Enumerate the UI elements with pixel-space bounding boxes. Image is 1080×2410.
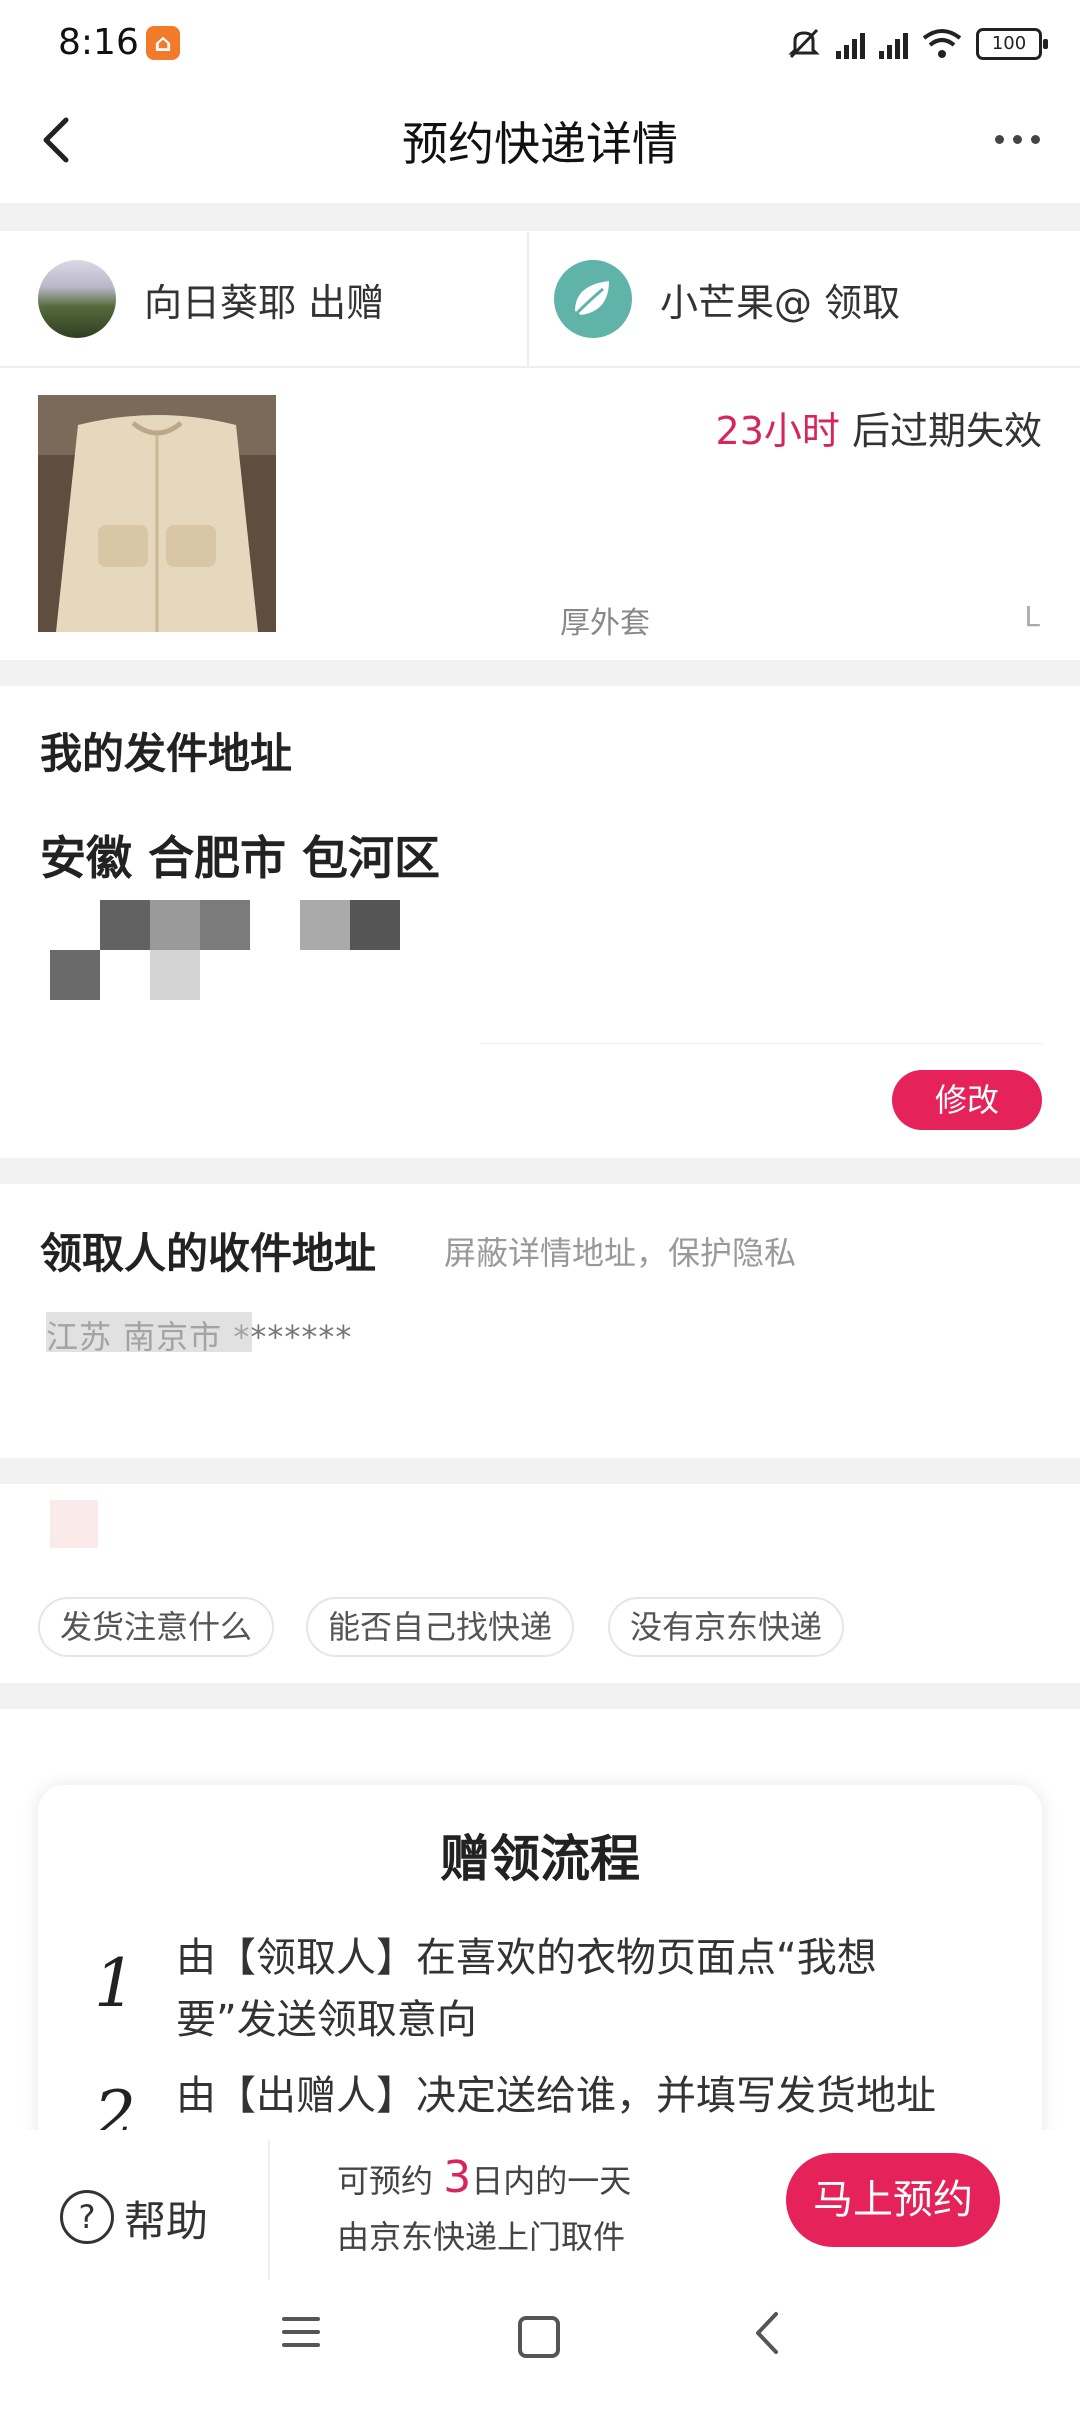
giver-user[interactable]: 向日葵耶 出赠: [38, 260, 384, 338]
booking-days: 3: [443, 2152, 472, 2203]
mute-icon: [788, 28, 820, 59]
receiver-avatar: [554, 260, 632, 338]
nav-menu-icon[interactable]: [282, 2317, 320, 2356]
more-options-icon[interactable]: [995, 135, 1040, 144]
leaf-icon: [575, 281, 609, 315]
help-label[interactable]: 帮助: [124, 2188, 208, 2249]
sender-address-title: 我的发件地址: [40, 729, 293, 778]
booking-info-suffix: 日内的一天: [471, 2162, 632, 2200]
address-blur-mosaic: [46, 1312, 252, 1352]
section-divider: [0, 203, 1080, 231]
help-icon[interactable]: ?: [60, 2190, 114, 2244]
edit-address-button[interactable]: 修改: [892, 1070, 1042, 1130]
battery-icon: 100: [976, 28, 1048, 60]
section-divider: [0, 1683, 1080, 1709]
book-now-button[interactable]: 马上预约: [786, 2153, 1000, 2247]
process-title: 赠领流程: [440, 1830, 640, 1888]
step-text: 由【领取人】在喜欢的衣物页面点“我想要”发送领取意向: [176, 1935, 877, 2043]
status-icons: 100: [786, 24, 1048, 64]
divider: [480, 1043, 1042, 1044]
address-detail-mosaic: [50, 900, 410, 1000]
section-divider: [0, 660, 1080, 686]
signal-icon: [836, 29, 865, 59]
booking-info-line2: 由京东快递上门取件: [337, 2218, 626, 2256]
bar-divider: [268, 2140, 270, 2280]
app-notification-icon: ⌂: [146, 26, 180, 60]
expire-hours: 23小时: [715, 409, 840, 453]
status-time: 8:16: [58, 22, 139, 63]
nav-back-icon[interactable]: [752, 2310, 782, 2356]
wifi-icon: [922, 29, 962, 58]
giver-avatar: [38, 260, 116, 338]
user-divider: [527, 232, 529, 366]
receiver-address-title: 领取人的收件地址: [40, 1229, 377, 1278]
signal-2-icon: [879, 29, 908, 59]
step-text: 由【出赠人】决定送给谁，并填写发货地址: [176, 2073, 936, 2119]
product-name: 厚外套: [560, 606, 650, 641]
faq-chip-no-jd-express[interactable]: 没有京东快递: [608, 1597, 845, 1657]
privacy-note: 屏蔽详情地址，保护隐私: [444, 1234, 797, 1272]
product-size: L: [1024, 600, 1040, 633]
faq-chip-shipping-notes[interactable]: 发货注意什么: [38, 1597, 275, 1657]
receiver-name: 小芒果@ 领取: [660, 280, 901, 325]
giver-name: 向日葵耶 出赠: [144, 280, 385, 325]
section-divider: [0, 1458, 1080, 1484]
divider: [0, 366, 1080, 368]
product-image[interactable]: [38, 395, 276, 632]
booking-info: 可预约 3日内的一天 由京东快递上门取件: [337, 2150, 631, 2265]
booking-info-prefix: 可预约: [337, 2162, 444, 2200]
faq-chip-own-courier[interactable]: 能否自己找快递: [306, 1597, 575, 1657]
page-title: 预约快递详情: [402, 117, 678, 171]
expire-notice: 23小时 后过期失效: [716, 400, 1042, 455]
section-divider: [0, 1158, 1080, 1184]
expire-text: 后过期失效: [839, 409, 1042, 453]
step-number: 1: [94, 1945, 136, 2022]
blurred-content: [50, 1500, 98, 1548]
process-card: 赠领流程 1 由【领取人】在喜欢的衣物页面点“我想要”发送领取意向 2 由【出赠…: [38, 1785, 1042, 2185]
receiver-user[interactable]: 小芒果@ 领取: [554, 260, 900, 338]
nav-home-icon[interactable]: [518, 2316, 560, 2358]
sender-address-region: 安徽 合肥市 包河区: [40, 831, 441, 885]
